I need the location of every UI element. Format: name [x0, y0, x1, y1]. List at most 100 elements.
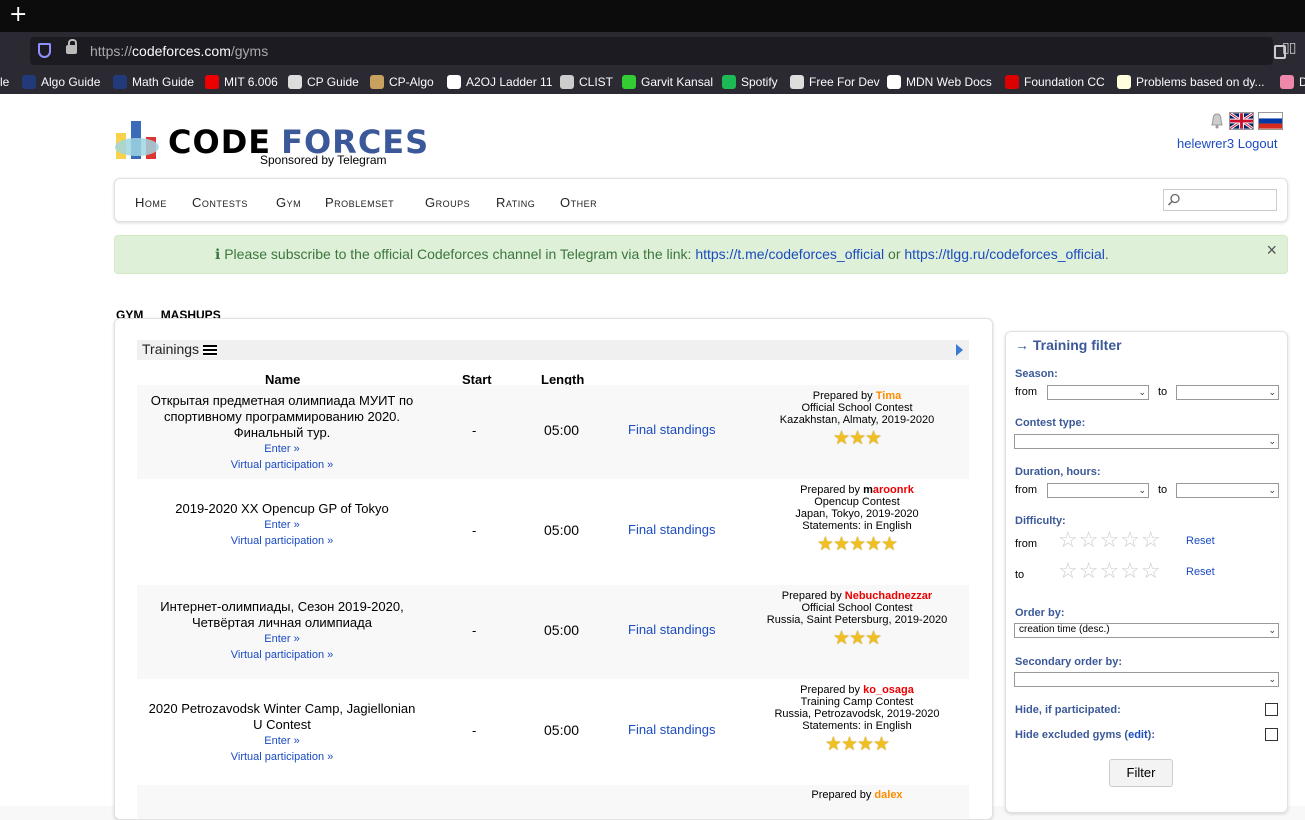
final-standings-link[interactable]: Final standings — [628, 522, 715, 537]
training-name-cell: Открытая предметная олимпиада МУИТ по сп… — [147, 393, 417, 473]
nav-item-contests[interactable]: Contests — [192, 195, 248, 210]
browser-toolbar: https://codeforces.com/gyms ▯▯ — [0, 32, 1305, 72]
final-standings-link[interactable]: Final standings — [628, 422, 715, 437]
final-standings-link[interactable]: Final standings — [628, 622, 715, 637]
nav-item-problemset[interactable]: Problemset — [325, 195, 394, 210]
chevron-down-icon: ⌄ — [1268, 485, 1276, 495]
author-link[interactable]: Nebuchadnezzar — [845, 590, 932, 602]
codeforces-logo[interactable]: CODE FORCES Sponsored by Telegram — [114, 119, 428, 169]
bookmark-item[interactable]: A2OJ Ladder 11 — [447, 75, 553, 89]
bookmark-label: Math Guide — [132, 75, 195, 89]
bookmark-item[interactable]: Algo Guide — [22, 75, 100, 89]
training-row: Prepared by dalex — [137, 785, 969, 819]
close-icon[interactable]: × — [1266, 240, 1277, 261]
hide-excluded-checkbox[interactable] — [1265, 728, 1278, 741]
author-link[interactable]: dalex — [874, 789, 902, 801]
nav-item-other[interactable]: Other — [560, 195, 597, 210]
training-name-cell: 2019-2020 XX Opencup GP of Tokyo Enter » V… — [147, 501, 417, 549]
bookmark-item[interactable]: CP Guide — [288, 75, 359, 89]
order-by-label: Order by: — [1015, 607, 1065, 619]
address-bar[interactable]: https://codeforces.com/gyms — [30, 37, 1286, 65]
difficulty-from-reset[interactable]: Reset — [1186, 535, 1215, 547]
bookmark-item[interactable]: Di — [1280, 75, 1305, 89]
tracking-shield-icon[interactable] — [38, 43, 51, 58]
author-link[interactable]: ko_osaga — [863, 684, 914, 696]
training-name[interactable]: 2020 Petrozavodsk Winter Camp, Jagiellon… — [147, 701, 417, 733]
training-row: 2020 Petrozavodsk Winter Camp, Jagiellon… — [137, 679, 969, 785]
prepared-by-label: Prepared by — [812, 390, 873, 402]
virtual-participation-link[interactable]: Virtual participation » — [147, 749, 417, 765]
training-name[interactable]: Интернет-олимпиады, Сезон 2019-2020, Чет… — [147, 599, 417, 631]
bookmark-label: Garvit Kansal — [641, 75, 714, 89]
duration-from-select[interactable]: ⌄ — [1047, 483, 1149, 498]
hide-participated-checkbox[interactable] — [1265, 703, 1278, 716]
bookmark-item[interactable]: Free For Dev — [790, 75, 880, 89]
secondary-order-select[interactable]: ⌄ — [1014, 672, 1279, 687]
bookmark-favicon-icon — [447, 75, 461, 89]
nav-item-home[interactable]: Home — [135, 195, 167, 210]
training-name[interactable]: Открытая предметная олимпиада МУИТ по сп… — [147, 393, 417, 441]
username-link[interactable]: helewrer3 — [1177, 136, 1234, 151]
bookmark-item[interactable]: CP-Algo — [370, 75, 434, 89]
bookmark-item[interactable]: MIT 6.006 — [205, 75, 278, 89]
telegram-link-1[interactable]: https://t.me/codeforces_official — [695, 246, 884, 262]
author-link[interactable]: maroonrk — [863, 484, 914, 496]
bookmark-label: A2OJ Ladder 11 — [466, 75, 553, 89]
virtual-participation-link[interactable]: Virtual participation » — [147, 533, 417, 549]
training-start: - — [472, 523, 477, 538]
url-text[interactable]: https://codeforces.com/gyms — [90, 43, 268, 59]
main-menu: Home Contests Gym Problemset Groups Rating Oth… — [114, 178, 1288, 222]
filter-title[interactable]: → Training filter — [1015, 337, 1122, 353]
bookmark-item[interactable]: Math Guide — [113, 75, 194, 89]
training-name[interactable]: 2019-2020 XX Opencup GP of Tokyo — [147, 501, 417, 517]
bookmark-item[interactable]: Garvit Kansal — [622, 75, 713, 89]
nav-item-groups[interactable]: Groups — [425, 195, 470, 210]
nav-item-rating[interactable]: Rating — [496, 195, 535, 210]
enter-link[interactable]: Enter » — [147, 517, 417, 533]
search-input[interactable] — [1163, 189, 1277, 211]
edit-link[interactable]: edit — [1128, 729, 1148, 741]
difficulty-to-reset[interactable]: Reset — [1186, 566, 1215, 578]
author-link[interactable]: Tima — [876, 390, 901, 402]
difficulty-stars-icon: ★★★ — [832, 628, 882, 649]
difficulty-label: Difficulty: — [1015, 515, 1066, 527]
new-tab-button[interactable]: + — [9, 3, 27, 27]
alert-period: . — [1104, 246, 1109, 262]
virtual-participation-link[interactable]: Virtual participation » — [147, 457, 417, 473]
training-start: - — [472, 623, 477, 638]
bookmark-item[interactable]: MDN Web Docs — [887, 75, 992, 89]
duration-to-select[interactable]: ⌄ — [1176, 483, 1279, 498]
lock-icon[interactable] — [66, 39, 77, 54]
contest-type-select[interactable]: ⌄ — [1014, 434, 1279, 449]
season-from-select[interactable]: ⌄ — [1047, 385, 1149, 400]
russian-flag-icon[interactable] — [1258, 112, 1283, 130]
list-icon[interactable] — [203, 344, 218, 356]
difficulty-to-stars[interactable]: ☆☆☆☆☆ — [1058, 560, 1162, 582]
bookmark-item[interactable]: le — [0, 75, 9, 89]
nav-item-gym[interactable]: Gym — [276, 195, 301, 210]
alert-text: Please subscribe to the official Codefor… — [224, 246, 692, 262]
difficulty-stars-icon: ★★★★★ — [816, 534, 898, 555]
final-standings-link[interactable]: Final standings — [628, 722, 715, 737]
bell-icon[interactable] — [1209, 113, 1225, 129]
prepared-by-label: Prepared by — [811, 789, 872, 801]
enter-link[interactable]: Enter » — [147, 441, 417, 457]
bookmark-item[interactable]: Spotify — [722, 75, 778, 89]
enter-link[interactable]: Enter » — [147, 631, 417, 647]
order-by-select[interactable]: creation time (desc.) ⌄ — [1014, 623, 1279, 638]
enter-link[interactable]: Enter » — [147, 733, 417, 749]
next-page-arrow-icon[interactable] — [956, 344, 963, 356]
contest-location: Russia, Saint Petersburg, 2019-2020 — [766, 614, 948, 626]
bookmark-item[interactable]: Problems based on dy... — [1117, 75, 1265, 89]
virtual-participation-link[interactable]: Virtual participation » — [147, 647, 417, 663]
telegram-link-2[interactable]: https://tlgg.ru/codeforces_official — [904, 246, 1105, 262]
logout-link[interactable]: Logout — [1238, 136, 1278, 151]
filter-button[interactable]: Filter — [1109, 759, 1173, 787]
season-to-select[interactable]: ⌄ — [1176, 385, 1279, 400]
bookmark-item[interactable]: Foundation CC — [1005, 75, 1105, 89]
uk-flag-icon[interactable] — [1229, 112, 1254, 130]
bookmark-item[interactable]: CLIST — [560, 75, 613, 89]
overflow-menu-icon[interactable]: ▯▯ — [1282, 39, 1296, 56]
season-label: Season: — [1015, 368, 1058, 380]
difficulty-from-stars[interactable]: ☆☆☆☆☆ — [1058, 529, 1162, 551]
